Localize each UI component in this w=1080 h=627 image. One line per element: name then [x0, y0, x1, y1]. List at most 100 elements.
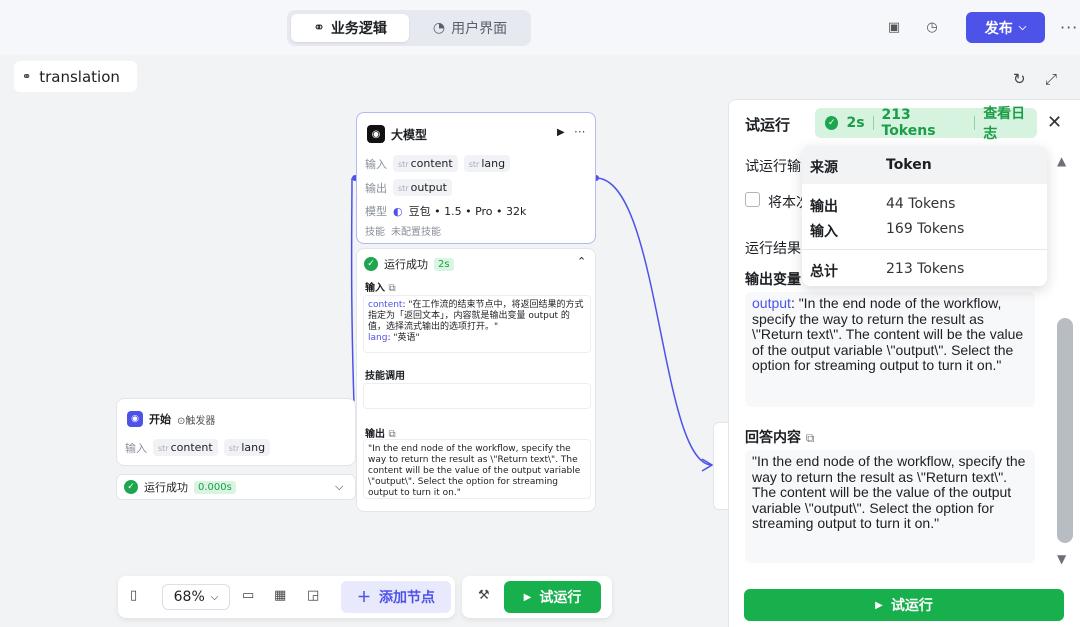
connection-line: [595, 177, 713, 466]
token-row-source: 输出: [810, 199, 838, 215]
node-title: 开始: [149, 413, 171, 426]
column-header-token: Token: [886, 157, 932, 173]
more-icon[interactable]: ···: [574, 125, 585, 139]
close-icon[interactable]: ✕: [1047, 112, 1062, 133]
token-row-value: 169 Tokens: [886, 221, 965, 237]
param-chip: str lang: [463, 155, 511, 172]
input-key: content: [368, 300, 403, 310]
refresh-icon[interactable]: ↻: [1013, 70, 1026, 88]
layout-icon[interactable]: ▦: [274, 588, 286, 603]
start-node[interactable]: ◉ 开始 ⊙触发器 输入 str content str lang: [116, 398, 356, 466]
play-icon: ▶: [875, 599, 883, 611]
check-icon: ✓: [124, 480, 138, 494]
status-text: 运行成功: [384, 258, 428, 271]
chevron-down-icon: ⌵: [210, 591, 219, 603]
output-value-box: "In the end node of the workflow, specif…: [363, 439, 591, 499]
play-icon: ▶: [523, 591, 532, 603]
run-toolbar: ⚒ ▶ 试运行: [462, 576, 612, 618]
comment-icon[interactable]: ▭: [242, 588, 254, 603]
param-chip: str lang: [223, 439, 271, 456]
param-name: content: [410, 157, 453, 170]
param-chip: str content: [153, 439, 218, 456]
copy-icon[interactable]: ⧉: [388, 283, 395, 294]
row-label: 输出: [365, 181, 387, 195]
scrollbar-thumb[interactable]: [1057, 318, 1073, 543]
button-label: 添加节点: [379, 590, 435, 606]
minimap-icon[interactable]: ◲: [307, 588, 319, 603]
divider: [802, 249, 1047, 250]
llm-node[interactable]: ◉ 大模型 ▶ ··· 输入 str content str lang 输出 str…: [356, 112, 596, 244]
skills-header: 技能调用: [365, 371, 405, 382]
zoom-select[interactable]: 68% ⌵: [162, 584, 230, 610]
answer-header: 回答内容 ⧉: [745, 427, 814, 447]
model-value: 豆包 • 1.5 • Pro • 32k: [408, 205, 527, 218]
skill-value: 未配置技能: [391, 227, 441, 238]
node-model-row: 模型 ◐ 豆包 • 1.5 • Pro • 32k: [365, 203, 526, 219]
column-header-source: 来源: [810, 160, 838, 176]
result-status: ✓ 运行成功 2s: [364, 256, 454, 272]
input-value: : "英语": [387, 333, 420, 343]
result-label: 运行结果: [745, 241, 801, 257]
test-run-button[interactable]: ▶ 试运行: [504, 581, 601, 613]
chevron-down-icon[interactable]: ⌵: [335, 480, 343, 494]
type-tag: str: [158, 444, 169, 453]
trigger-label: 触发器: [185, 415, 216, 427]
check-icon: ✓: [364, 257, 378, 271]
duration-badge: 0.000s: [194, 480, 236, 494]
output-header: 输出 ⧉: [365, 425, 396, 440]
token-row-source: 输入: [810, 224, 838, 240]
token-row-value: 44 Tokens: [886, 196, 956, 212]
run-status-badge[interactable]: ✓ 2s 213 Tokens 查看日志: [815, 106, 1037, 142]
view-log-link[interactable]: 查看日志: [983, 103, 1037, 143]
output-key: output: [752, 295, 791, 311]
node-header: ◉ 开始 ⊙触发器: [127, 411, 215, 427]
type-tag: str: [228, 444, 240, 453]
output-value: : "In the end node of the workflow, spec…: [752, 295, 1024, 373]
mouse-icon[interactable]: ▯: [130, 588, 137, 603]
param-name: lang: [241, 441, 266, 454]
param-name: lang: [481, 157, 506, 170]
start-run-result[interactable]: ✓ 运行成功 0.000s ⌵: [116, 474, 356, 500]
wrench-icon[interactable]: ⚒: [478, 588, 490, 603]
node-inputs-row: 输入 str content str lang: [365, 155, 511, 172]
workflow-icon: ⚭: [22, 70, 32, 83]
type-tag: str: [468, 160, 480, 169]
row-label: 输入: [125, 441, 147, 455]
param-name: content: [170, 441, 213, 454]
scroll-down-icon[interactable]: ▼: [1057, 552, 1066, 566]
add-node-button[interactable]: ＋ 添加节点: [341, 581, 451, 613]
check-icon: ✓: [825, 116, 839, 130]
llm-run-result: ✓ 运行成功 2s ⌃ 输入 ⧉ content: "在工作流的结束节点中，将返…: [356, 248, 596, 512]
workflow-title: ⚭ translation: [14, 61, 137, 92]
divider: [872, 116, 874, 130]
save-checkbox[interactable]: [745, 192, 760, 207]
play-icon[interactable]: ▶: [557, 127, 565, 138]
workflow-name: translation: [39, 67, 120, 86]
input-header: 输入 ⧉: [365, 279, 396, 294]
header-text: 输入: [365, 283, 385, 294]
input-key: lang: [368, 333, 388, 343]
scroll-up-icon[interactable]: ▲: [1057, 154, 1066, 168]
param-chip: str content: [393, 155, 458, 172]
node-skill-row: 技能 未配置技能: [365, 223, 441, 238]
panel-test-run-button[interactable]: ▶ 试运行: [744, 589, 1064, 621]
node-title: 大模型: [391, 127, 428, 142]
type-tag: str: [398, 160, 409, 169]
connection-line: [350, 177, 356, 434]
expand-icon[interactable]: ⤢: [1045, 70, 1057, 88]
token-total-label: 总计: [810, 264, 838, 280]
copy-icon[interactable]: ⧉: [806, 431, 815, 445]
zoom-value: 68%: [173, 589, 205, 605]
doubao-icon: ◐: [393, 204, 403, 218]
row-label: 输入: [365, 157, 387, 171]
run-duration: 2s: [846, 115, 865, 131]
token-breakdown-popup: 来源 Token 输出 44 Tokens 输入 169 Tokens 总计 2…: [802, 146, 1047, 286]
button-label: 试运行: [539, 590, 582, 606]
chevron-up-icon[interactable]: ⌃: [577, 255, 586, 268]
test-input-label: 试运行输: [745, 159, 801, 175]
divider: [974, 116, 976, 130]
panel-title: 试运行: [745, 116, 791, 134]
answer-label: 回答内容: [745, 430, 801, 446]
plus-icon: ＋: [357, 590, 371, 606]
canvas-toolbar: ▯ 68% ⌵ ▭ ▦ ◲ ＋ 添加节点: [118, 576, 455, 618]
